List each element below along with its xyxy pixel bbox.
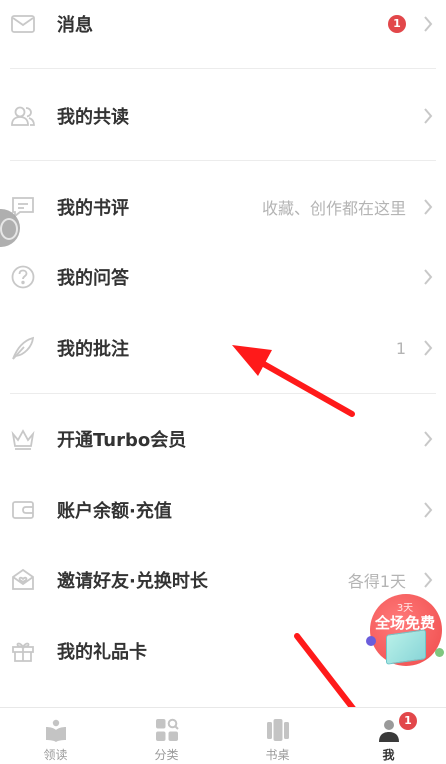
tab-bookshelf[interactable]: 书桌 bbox=[222, 708, 333, 764]
menu-label: 开通Turbo会员 bbox=[57, 430, 187, 451]
menu-item-turbo-membership[interactable]: 开通Turbo会员 bbox=[0, 419, 446, 459]
chevron-right-icon bbox=[422, 107, 434, 125]
wallet-icon bbox=[10, 497, 36, 523]
divider bbox=[10, 160, 436, 161]
menu-item-messages[interactable]: 消息 1 bbox=[0, 4, 446, 44]
menu-label: 我的共读 bbox=[57, 107, 129, 128]
crown-icon bbox=[10, 426, 36, 452]
chevron-right-icon bbox=[422, 501, 434, 519]
divider bbox=[10, 393, 436, 394]
envelope-heart-icon bbox=[10, 567, 36, 593]
tab-me[interactable]: 1 我 bbox=[333, 708, 444, 764]
unread-badge: 1 bbox=[388, 15, 406, 33]
tab-badge: 1 bbox=[399, 712, 417, 730]
tab-label: 书桌 bbox=[265, 748, 290, 762]
question-icon bbox=[10, 264, 36, 290]
menu-label: 我的礼品卡 bbox=[57, 642, 147, 663]
menu-item-co-reading[interactable]: 我的共读 bbox=[0, 96, 446, 136]
menu-label: 我的书评 bbox=[57, 198, 129, 219]
chevron-right-icon bbox=[422, 15, 434, 33]
menu-item-annotations[interactable]: 我的批注 1 bbox=[0, 328, 446, 368]
divider bbox=[10, 68, 436, 69]
promo-text: 全场免费 bbox=[374, 614, 435, 632]
book-stack-icon bbox=[386, 629, 426, 665]
tab-label: 我 bbox=[382, 748, 395, 762]
menu-item-reviews[interactable]: 我的书评 收藏、创作都在这里 bbox=[0, 187, 446, 227]
chevron-right-icon bbox=[422, 268, 434, 286]
menu-label: 消息 bbox=[57, 15, 93, 36]
menu-label: 邀请好友·兑换时长 bbox=[57, 571, 208, 592]
chevron-right-icon bbox=[422, 198, 434, 216]
tab-reading-guide[interactable]: 领读 bbox=[0, 708, 111, 764]
menu-label: 账户余额·充值 bbox=[57, 501, 172, 522]
bookshelf-icon bbox=[266, 718, 290, 742]
decor-dot bbox=[435, 648, 444, 657]
annotation-count: 1 bbox=[395, 338, 406, 358]
mail-icon bbox=[10, 11, 36, 37]
bottom-tab-bar: 领读 分类 书桌 1 我 bbox=[0, 707, 446, 764]
menu-label: 我的批注 bbox=[57, 339, 129, 360]
menu-item-qa[interactable]: 我的问答 bbox=[0, 257, 446, 297]
free-promo-badge[interactable]: 3天 全场免费 bbox=[366, 592, 444, 670]
people-icon bbox=[10, 103, 36, 129]
decor-dot bbox=[366, 636, 376, 646]
chevron-right-icon bbox=[422, 571, 434, 589]
book-open-icon bbox=[44, 718, 68, 742]
tab-label: 分类 bbox=[154, 748, 179, 762]
user-icon bbox=[377, 718, 401, 742]
tab-label: 领读 bbox=[43, 748, 68, 762]
tab-category[interactable]: 分类 bbox=[111, 708, 222, 764]
reviews-hint: 收藏、创作都在这里 bbox=[261, 199, 406, 218]
category-icon bbox=[155, 718, 179, 742]
menu-label: 我的问答 bbox=[57, 268, 129, 289]
menu-item-account-balance[interactable]: 账户余额·充值 bbox=[0, 490, 446, 530]
gift-icon bbox=[10, 638, 36, 664]
feather-icon bbox=[10, 335, 36, 361]
chevron-right-icon bbox=[422, 339, 434, 357]
chevron-right-icon bbox=[422, 430, 434, 448]
invite-hint: 各得1天 bbox=[347, 572, 406, 591]
